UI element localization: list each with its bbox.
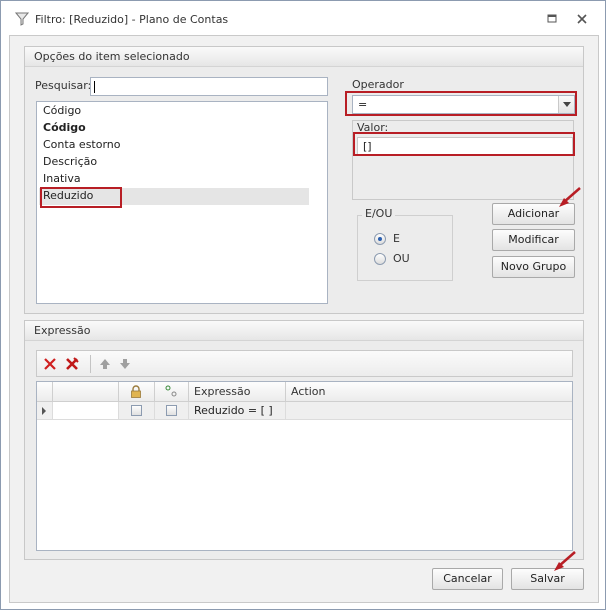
column-header-indicator [37,382,53,402]
restore-icon[interactable] [544,11,560,27]
dialog-body: Opções do item selecionado Pesquisar: Có… [9,35,599,603]
expression-group-header: Expressão [25,321,583,341]
delete-all-icon[interactable] [64,356,80,372]
title-bar: Filtro: [Reduzido] - Plano de Contas [1,1,605,35]
arrow-down-icon[interactable] [117,356,133,372]
options-group: Opções do item selecionado Pesquisar: Có… [24,46,584,314]
search-label: Pesquisar: [35,79,92,92]
highlight-box-reduzido [40,187,122,208]
options-group-header: Opções do item selecionado [25,47,583,67]
column-header-action[interactable]: Action [286,382,572,402]
window-title: Filtro: [Reduzido] - Plano de Contas [35,13,229,26]
radio-selected-dot [378,237,382,241]
row-cell-action[interactable] [286,402,572,420]
link-checkbox[interactable] [166,405,177,416]
annotation-arrow-icon [559,187,581,207]
row-cell-expression[interactable]: Reduzido = [ ] [189,402,286,420]
column-header-expression[interactable]: Expressão [189,382,286,402]
row-cell-link[interactable] [155,402,189,420]
search-input[interactable] [90,77,328,96]
new-group-button[interactable]: Novo Grupo [492,256,575,278]
field-item-inativa[interactable]: Inativa [43,171,81,187]
row-pointer-icon [42,407,46,415]
eou-legend: E/OU [362,207,396,220]
lock-icon [131,385,141,398]
field-item-codigo[interactable]: Código [43,103,81,119]
row-cell-lock[interactable] [119,402,155,420]
row-indicator[interactable] [37,402,53,420]
link-icon [165,385,177,397]
row-cell-blank[interactable] [53,402,119,420]
radio-e-label[interactable]: E [393,232,400,245]
field-list[interactable]: Código Código Conta estorno Descrição In… [36,101,328,304]
field-item-descricao[interactable]: Descrição [43,154,97,170]
radio-e[interactable] [374,233,386,245]
delete-icon[interactable] [42,356,58,372]
modify-button[interactable]: Modificar [492,229,575,251]
annotation-arrow-save-icon [554,551,576,571]
filter-dialog: Filtro: [Reduzido] - Plano de Contas Opç… [0,0,606,610]
operator-label: Operador [352,78,404,91]
expression-grid[interactable]: Expressão Action Reduzido = [ ] [36,381,573,551]
eou-group [357,215,453,281]
radio-ou[interactable] [374,253,386,265]
column-header-link [155,382,189,402]
close-icon[interactable] [574,11,590,27]
field-item-codigo-bold[interactable]: Código [43,120,86,136]
highlight-box-value [353,132,575,156]
highlight-box-operator [345,91,577,116]
lock-checkbox[interactable] [131,405,142,416]
expression-toolbar [36,350,573,377]
toolbar-separator [90,355,91,373]
column-header-lock [119,382,155,402]
cancel-button[interactable]: Cancelar [432,568,503,590]
filter-icon [14,12,30,26]
column-header-blank [53,382,119,402]
radio-ou-label[interactable]: OU [393,252,410,265]
text-caret [94,81,95,93]
field-item-conta-estorno[interactable]: Conta estorno [43,137,121,153]
arrow-up-icon[interactable] [97,356,113,372]
